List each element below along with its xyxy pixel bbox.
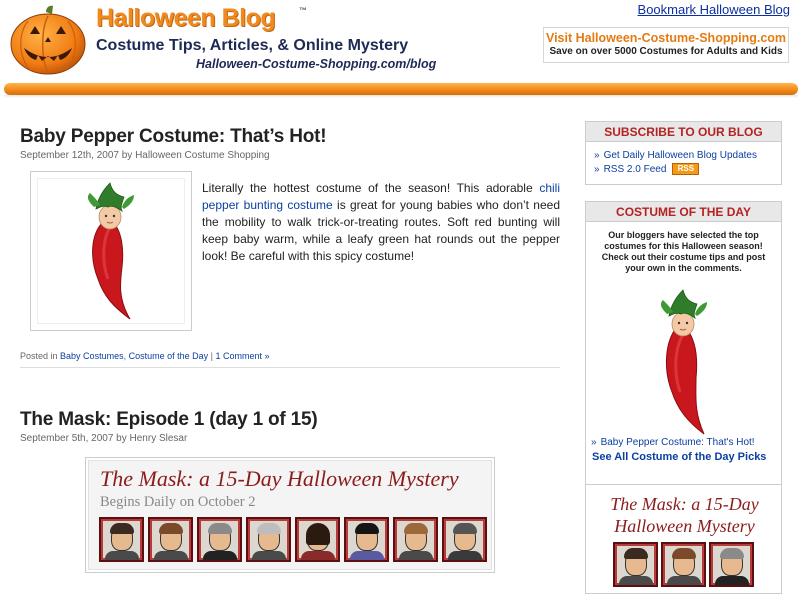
- bullet-icon: »: [594, 150, 600, 161]
- blog-post: Baby Pepper Costume: That’s Hot! Septemb…: [20, 126, 560, 368]
- costume-of-the-day-title: COSTUME OF THE DAY: [586, 202, 781, 222]
- mask-widget-title-line1: The Mask: a 15-Day: [610, 494, 759, 514]
- mask-banner-title: The Mask: a 15-Day Halloween Mystery: [100, 466, 459, 491]
- post-image-inner: [37, 178, 185, 324]
- post-meta: September 5th, 2007 by Henry Slesar: [20, 433, 188, 444]
- post-body-text: Literally the hottest costume of the sea…: [202, 181, 540, 195]
- chili-pepper-costume-image[interactable]: [624, 288, 740, 436]
- header-divider-shadow: [4, 95, 798, 98]
- header-divider-bar: [4, 83, 798, 95]
- mask-widget-title-line2: Halloween Mystery: [614, 516, 755, 536]
- character-portrait: [344, 517, 389, 562]
- character-portrait: [661, 542, 706, 587]
- character-portraits: [613, 542, 754, 587]
- mask-banner-inner: The Mask: a 15-Day Halloween Mystery Beg…: [88, 460, 492, 570]
- site-header: Halloween Blog ™ Costume Tips, Articles,…: [0, 0, 802, 98]
- blog-post: The Mask: Episode 1 (day 1 of 15) Septem…: [20, 409, 560, 573]
- bullet-icon: »: [591, 437, 597, 448]
- character-portrait: [393, 517, 438, 562]
- costume-of-the-day-description: Our bloggers have selected the top costu…: [601, 230, 766, 273]
- site-title[interactable]: Halloween Blog: [96, 4, 276, 33]
- character-portrait: [197, 517, 242, 562]
- character-portrait: [148, 517, 193, 562]
- character-portrait: [613, 542, 658, 587]
- site-url: Halloween-Costume-Shopping.com/blog: [196, 57, 437, 71]
- character-portrait: [295, 517, 340, 562]
- character-portraits: [99, 517, 487, 562]
- mask-banner-subtitle: Begins Daily on October 2: [100, 494, 256, 510]
- costume-of-the-day-post-label: Baby Pepper Costume: That's Hot!: [600, 437, 755, 448]
- promo-subline: Save on over 5000 Costumes for Adults an…: [549, 46, 783, 57]
- subscribe-list: » Get Daily Halloween Blog Updates » RSS 2…: [586, 142, 781, 177]
- subscribe-item[interactable]: » Get Daily Halloween Blog Updates: [594, 149, 781, 163]
- rss-icon[interactable]: RSS: [672, 163, 700, 176]
- bullet-icon: »: [594, 164, 600, 175]
- promo-headline: Visit Halloween-Costume-Shopping.com: [545, 31, 787, 45]
- post-title[interactable]: The Mask: Episode 1 (day 1 of 15): [20, 409, 560, 431]
- chili-pepper-costume-image[interactable]: [38, 179, 184, 323]
- post-body: Literally the hottest costume of the sea…: [202, 180, 560, 265]
- subscribe-item-label: Get Daily Halloween Blog Updates: [603, 150, 757, 161]
- character-portrait: [709, 542, 754, 587]
- mask-mystery-widget[interactable]: The Mask: a 15-Day Halloween Mystery: [585, 484, 782, 594]
- post-title[interactable]: Baby Pepper Costume: That’s Hot!: [20, 126, 560, 148]
- character-portrait: [246, 517, 291, 562]
- character-portrait: [99, 517, 144, 562]
- pumpkin-logo-icon[interactable]: [8, 4, 88, 76]
- costume-of-the-day-post-link[interactable]: » Baby Pepper Costume: That's Hot!: [591, 437, 755, 448]
- subscribe-item-label: RSS 2.0 Feed: [603, 164, 667, 175]
- mask-mystery-banner[interactable]: The Mask: a 15-Day Halloween Mystery Beg…: [85, 457, 495, 573]
- category-link-baby-costumes[interactable]: Baby Costumes: [60, 351, 124, 361]
- site-tagline: Costume Tips, Articles, & Online Mystery: [96, 37, 409, 54]
- post-image-frame: [30, 171, 192, 331]
- bookmark-link[interactable]: Bookmark Halloween Blog: [638, 2, 790, 17]
- trademark-symbol: ™: [299, 6, 307, 15]
- subscribe-widget: SUBSCRIBE TO OUR BLOG » Get Daily Hallowe…: [585, 121, 782, 185]
- subscribe-widget-title: SUBSCRIBE TO OUR BLOG: [586, 122, 781, 142]
- character-portrait: [442, 517, 487, 562]
- posted-in-label: Posted in: [20, 351, 58, 361]
- subscribe-item[interactable]: » RSS 2.0 Feed RSS: [594, 163, 781, 177]
- see-all-costume-picks-link[interactable]: See All Costume of the Day Picks: [592, 451, 766, 463]
- promo-banner[interactable]: Visit Halloween-Costume-Shopping.com Sav…: [543, 27, 789, 63]
- category-link-costume-of-the-day[interactable]: Costume of the Day: [129, 351, 209, 361]
- post-footer: Posted in Baby Costumes, Costume of the …: [20, 351, 560, 368]
- post-meta: September 12th, 2007 by Halloween Costum…: [20, 150, 270, 161]
- mask-widget-title: The Mask: a 15-Day Halloween Mystery: [586, 493, 783, 537]
- comments-link[interactable]: 1 Comment »: [216, 351, 270, 361]
- footer-separator: |: [210, 351, 213, 361]
